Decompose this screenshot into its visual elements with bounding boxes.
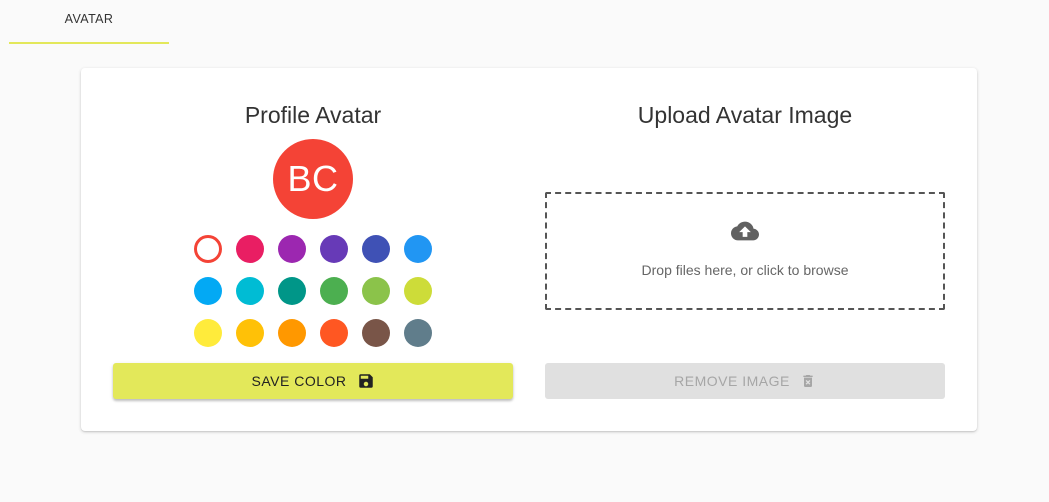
color-swatch-11[interactable] — [362, 277, 390, 305]
tab-bar: AVATAR — [0, 0, 1049, 44]
color-swatch-10[interactable] — [320, 277, 348, 305]
color-swatch-18[interactable] — [404, 319, 432, 347]
file-dropzone[interactable]: Drop files here, or click to browse — [545, 192, 945, 310]
avatar-initials: BC — [287, 158, 339, 199]
color-swatch-7[interactable] — [194, 277, 222, 305]
color-swatch-16[interactable] — [320, 319, 348, 347]
cloud-upload-icon — [726, 217, 764, 250]
floppy-disk-icon — [357, 372, 375, 390]
color-swatch-12[interactable] — [404, 277, 432, 305]
color-swatch-4[interactable] — [320, 235, 348, 263]
tab-avatar-label: AVATAR — [64, 12, 114, 26]
color-palette — [194, 235, 434, 347]
avatar-preview: BC — [273, 139, 353, 219]
color-swatch-13[interactable] — [194, 319, 222, 347]
color-swatch-8[interactable] — [236, 277, 264, 305]
color-swatch-3[interactable] — [278, 235, 306, 263]
dropzone-instructions: Drop files here, or click to browse — [641, 261, 849, 278]
trash-icon — [800, 372, 816, 390]
color-swatch-15[interactable] — [278, 319, 306, 347]
color-swatch-1[interactable] — [194, 235, 222, 263]
save-color-button[interactable]: SAVE COLOR — [113, 363, 513, 399]
profile-avatar-title: Profile Avatar — [244, 102, 382, 128]
color-swatch-6[interactable] — [404, 235, 432, 263]
tab-avatar[interactable]: AVATAR — [9, 0, 169, 44]
remove-image-button[interactable]: REMOVE IMAGE — [545, 363, 945, 399]
color-swatch-5[interactable] — [362, 235, 390, 263]
color-swatch-17[interactable] — [362, 319, 390, 347]
avatar-settings-card: Profile Avatar BC SAVE COLOR Upload Avat… — [81, 68, 977, 431]
color-swatch-14[interactable] — [236, 319, 264, 347]
color-swatch-9[interactable] — [278, 277, 306, 305]
remove-image-label: REMOVE IMAGE — [674, 373, 790, 389]
color-swatch-2[interactable] — [236, 235, 264, 263]
upload-avatar-title: Upload Avatar Image — [637, 102, 853, 128]
save-color-label: SAVE COLOR — [251, 373, 347, 389]
